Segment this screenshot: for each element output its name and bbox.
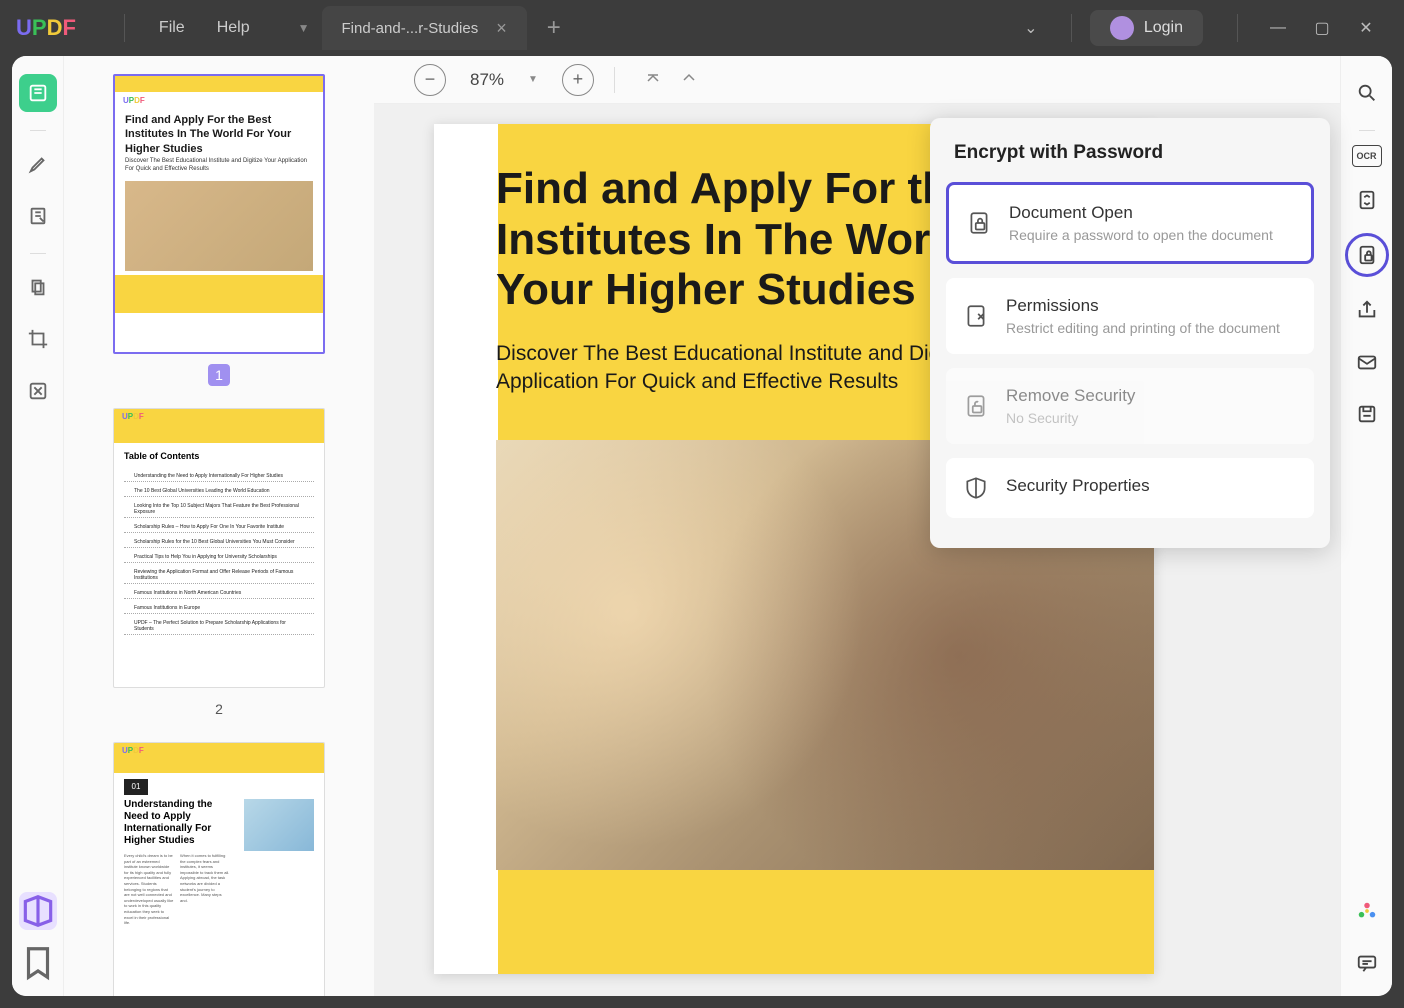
thumb-image (244, 799, 314, 851)
separator (30, 130, 46, 131)
search-button[interactable] (1348, 74, 1386, 112)
left-toolbar (12, 56, 64, 996)
tab-title: Find-and-...r-Studies (342, 20, 479, 37)
titlebar: UPDF File Help ▼ Find-and-...r-Studies ×… (0, 0, 1404, 56)
chevron-down-icon[interactable]: ⌄ (1009, 18, 1053, 38)
zoom-in-button[interactable]: + (562, 64, 594, 96)
organize-tool[interactable] (19, 268, 57, 306)
separator (1359, 130, 1375, 131)
thumbnail-page-1[interactable]: UPDF Find and Apply For the Best Institu… (88, 74, 350, 386)
option-title: Remove Security (1006, 386, 1298, 406)
bookmark-button[interactable] (19, 944, 57, 982)
separator (124, 14, 125, 42)
option-title: Permissions (1006, 296, 1298, 316)
thumbnail-page-3[interactable]: UPDF 01 Understanding the Need to Apply … (88, 742, 350, 996)
separator (1071, 14, 1072, 42)
thumb-number: 1 (208, 364, 230, 386)
thumb-number: 2 (208, 698, 230, 720)
tab-dropdown[interactable]: ▼ (286, 21, 322, 35)
shield-icon (962, 474, 990, 502)
convert-button[interactable] (1348, 181, 1386, 219)
chapter-title: Understanding the Need to Apply Internat… (114, 799, 240, 847)
redact-tool[interactable] (19, 372, 57, 410)
option-subtitle: Require a password to open the document (1009, 227, 1295, 243)
reader-tool[interactable] (19, 74, 57, 112)
tab-area: ▼ Find-and-...r-Studies × + (286, 6, 1009, 50)
share-button[interactable] (1348, 291, 1386, 329)
zoom-out-button[interactable]: − (414, 64, 446, 96)
document-open-option[interactable]: Document Open Require a password to open… (946, 182, 1314, 264)
email-button[interactable] (1348, 343, 1386, 381)
first-page-button[interactable] (635, 70, 671, 89)
comment-button[interactable] (1348, 944, 1386, 982)
ai-button[interactable] (1348, 892, 1386, 930)
thumbnail-panel[interactable]: UPDF Find and Apply For the Best Institu… (64, 56, 374, 996)
option-title: Security Properties (1006, 476, 1298, 496)
app-logo: UPDF (16, 15, 76, 41)
zoom-dropdown[interactable]: ▼ (528, 74, 538, 85)
close-icon[interactable]: × (496, 18, 507, 39)
logo-mini: UPDF (115, 92, 323, 109)
option-title: Document Open (1009, 203, 1295, 223)
menu-help[interactable]: Help (201, 19, 266, 37)
zoom-value[interactable]: 87% (470, 70, 504, 90)
security-properties-option[interactable]: Security Properties (946, 458, 1314, 518)
close-button[interactable]: ✕ (1344, 18, 1388, 38)
remove-security-option: Remove Security No Security (946, 368, 1314, 444)
prev-page-button[interactable] (671, 70, 707, 89)
separator (614, 67, 615, 93)
document-tab[interactable]: Find-and-...r-Studies × (322, 6, 527, 50)
right-toolbar: OCR (1340, 56, 1392, 996)
save-button[interactable] (1348, 395, 1386, 433)
toc-title: Table of Contents (114, 443, 324, 467)
unlock-icon (962, 392, 990, 420)
zoom-toolbar: − 87% ▼ + (374, 56, 1340, 104)
crop-tool[interactable] (19, 320, 57, 358)
workspace: UPDF Find and Apply For the Best Institu… (12, 56, 1392, 996)
menu-file[interactable]: File (143, 19, 201, 37)
add-tab-button[interactable]: + (533, 14, 575, 42)
maximize-button[interactable]: ▢ (1300, 18, 1344, 38)
edit-tool[interactable] (19, 197, 57, 235)
protect-button[interactable] (1345, 233, 1389, 277)
popup-title: Encrypt with Password (946, 134, 1314, 182)
highlighter-tool[interactable] (19, 145, 57, 183)
thumb-subtitle: Discover The Best Educational Institute … (115, 158, 323, 178)
minimize-button[interactable]: — (1256, 19, 1300, 37)
avatar-icon (1110, 16, 1134, 40)
window-controls: ⌄ Login — ▢ ✕ (1009, 10, 1388, 46)
thumb-image (125, 181, 313, 271)
thumb-title: Find and Apply For the Best Institutes I… (115, 109, 323, 158)
ocr-button[interactable]: OCR (1352, 145, 1382, 167)
permissions-option[interactable]: Permissions Restrict editing and printin… (946, 278, 1314, 354)
login-label: Login (1144, 19, 1183, 37)
separator (1237, 14, 1238, 42)
pages-panel-button[interactable] (19, 892, 57, 930)
option-subtitle: Restrict editing and printing of the doc… (1006, 320, 1298, 336)
chapter-badge: 01 (124, 779, 148, 795)
permissions-icon (962, 302, 990, 330)
option-subtitle: No Security (1006, 410, 1298, 426)
encrypt-popup: Encrypt with Password Document Open Requ… (930, 118, 1330, 548)
lock-document-icon (965, 209, 993, 237)
thumbnail-page-2[interactable]: UPDF Table of Contents Understanding the… (88, 408, 350, 720)
login-button[interactable]: Login (1090, 10, 1203, 46)
separator (30, 253, 46, 254)
